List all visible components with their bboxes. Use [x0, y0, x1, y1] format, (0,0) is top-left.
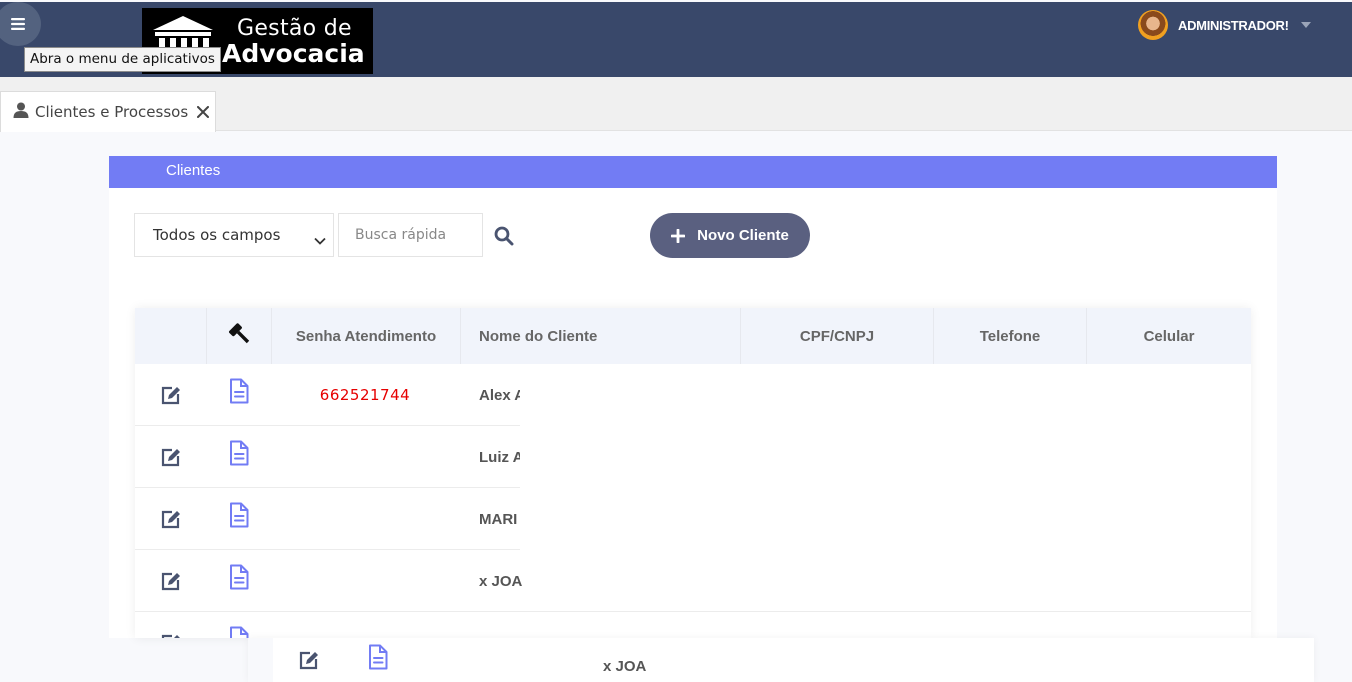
hamburger-icon	[11, 18, 25, 30]
senha-value: 662521744	[319, 386, 411, 404]
app-menu-button[interactable]	[0, 2, 41, 46]
edit-icon[interactable]	[160, 447, 182, 472]
chevron-down-icon	[314, 231, 326, 249]
client-name[interactable]: Luiz A	[479, 449, 523, 466]
new-client-label: Novo Cliente	[697, 227, 789, 244]
edit-icon[interactable]	[160, 633, 182, 638]
client-name[interactable]: MARI	[479, 511, 517, 528]
dragged-table-row[interactable]: x JOA	[248, 638, 1314, 682]
col-processos[interactable]	[207, 308, 272, 364]
document-icon[interactable]	[367, 644, 389, 675]
filter-select[interactable]: Todos os campos	[134, 213, 334, 257]
close-icon[interactable]	[197, 106, 210, 118]
logo-line-1: Gestão de	[237, 16, 352, 41]
logo-line-2: Advocacia	[222, 39, 365, 68]
filter-selected-value: Todos os campos	[153, 226, 281, 244]
user-name[interactable]: ADMINISTRADOR!	[1178, 18, 1289, 33]
user-icon	[13, 102, 29, 123]
tab-label: Clientes e Processos	[35, 103, 189, 121]
tab-strip: Clientes e Processos	[0, 77, 1352, 132]
document-icon[interactable]	[228, 378, 250, 409]
search-icon[interactable]	[494, 226, 514, 251]
col-telefone[interactable]: Telefone	[934, 308, 1087, 364]
client-name[interactable]: Alex A	[479, 387, 525, 404]
panel-header: Clientes	[109, 156, 1277, 188]
avatar[interactable]	[1138, 10, 1168, 40]
table-row-partial[interactable]	[135, 612, 1251, 638]
col-celular[interactable]: Celular	[1087, 308, 1251, 364]
quick-search-input[interactable]	[338, 213, 483, 257]
drag-placeholder-overlay	[520, 364, 1251, 550]
edit-icon[interactable]	[298, 650, 320, 675]
table-header: Senha Atendimento Nome do Cliente CPF/CN…	[135, 308, 1251, 364]
clients-table: Senha Atendimento Nome do Cliente CPF/CN…	[135, 308, 1251, 638]
document-icon[interactable]	[228, 564, 250, 595]
edit-icon[interactable]	[160, 385, 182, 410]
table-row[interactable]: x JOA	[135, 550, 1251, 612]
document-icon[interactable]	[228, 502, 250, 533]
caret-down-icon[interactable]	[1300, 22, 1311, 28]
client-name[interactable]: x JOA	[479, 573, 522, 590]
edit-icon[interactable]	[160, 509, 182, 534]
document-icon[interactable]	[228, 440, 250, 471]
menu-tooltip: Abra o menu de aplicativos	[24, 47, 221, 72]
plus-icon	[671, 228, 686, 243]
edit-icon[interactable]	[160, 571, 182, 596]
new-client-button[interactable]: Novo Cliente	[650, 213, 810, 258]
tab-clientes-processos[interactable]: Clientes e Processos	[0, 91, 216, 132]
user-menu[interactable]: ADMINISTRADOR!	[1138, 10, 1311, 40]
panel-title: Clientes	[166, 162, 221, 179]
col-senha[interactable]: Senha Atendimento	[272, 308, 461, 364]
col-nome[interactable]: Nome do Cliente	[461, 308, 741, 364]
gavel-icon	[226, 321, 252, 351]
document-icon[interactable]	[228, 626, 250, 638]
clientes-panel: Clientes Todos os campos Novo Cliente Se…	[109, 156, 1277, 638]
col-cpf[interactable]: CPF/CNPJ	[741, 308, 934, 364]
client-name[interactable]: x JOA	[603, 658, 646, 675]
col-edit	[135, 308, 207, 364]
